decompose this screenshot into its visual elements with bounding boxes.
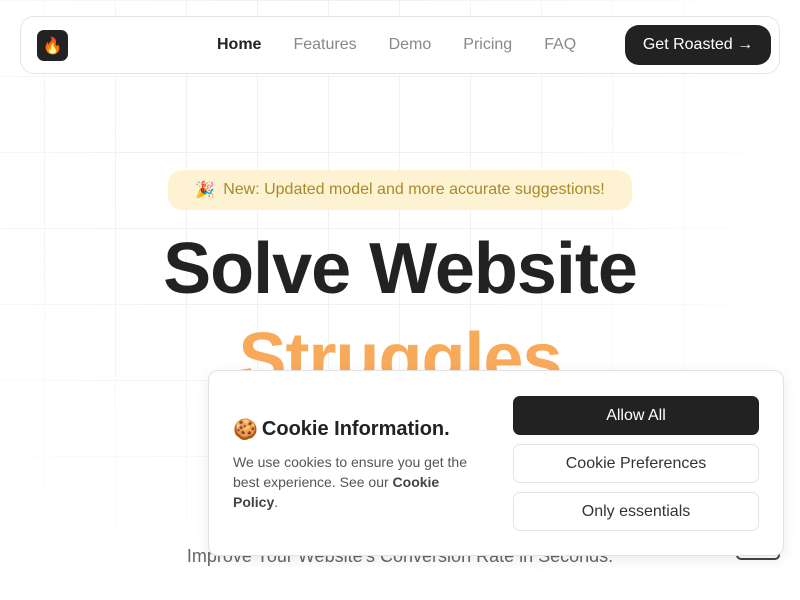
allow-all-button[interactable]: Allow All: [513, 396, 759, 435]
badge-text: New: Updated model and more accurate sug…: [223, 181, 605, 198]
nav-demo[interactable]: Demo: [389, 36, 432, 54]
only-essentials-button[interactable]: Only essentials: [513, 492, 759, 531]
announcement-badge[interactable]: 🎉 New: Updated model and more accurate su…: [168, 170, 632, 210]
cookie-icon: 🍪: [233, 419, 258, 441]
cookie-description: We use cookies to ensure you get the bes…: [233, 454, 467, 510]
nav-home[interactable]: Home: [217, 36, 261, 54]
flame-icon[interactable]: 🔥: [37, 30, 68, 61]
cookie-preferences-button[interactable]: Cookie Preferences: [513, 444, 759, 483]
nav-pricing[interactable]: Pricing: [463, 36, 512, 54]
get-roasted-button[interactable]: Get Roasted →: [625, 25, 771, 65]
nav-features[interactable]: Features: [293, 36, 356, 54]
nav-faq[interactable]: FAQ: [544, 36, 576, 54]
cookie-banner: 🍪 Cookie Information. We use cookies to e…: [208, 370, 784, 556]
hero-title: Solve Website: [163, 229, 638, 309]
navbar: 🔥 Home Features Demo Pricing FAQ Get Roa…: [20, 16, 780, 74]
party-popper-icon: 🎉: [195, 182, 216, 199]
cookie-title: Cookie Information.: [261, 418, 450, 440]
